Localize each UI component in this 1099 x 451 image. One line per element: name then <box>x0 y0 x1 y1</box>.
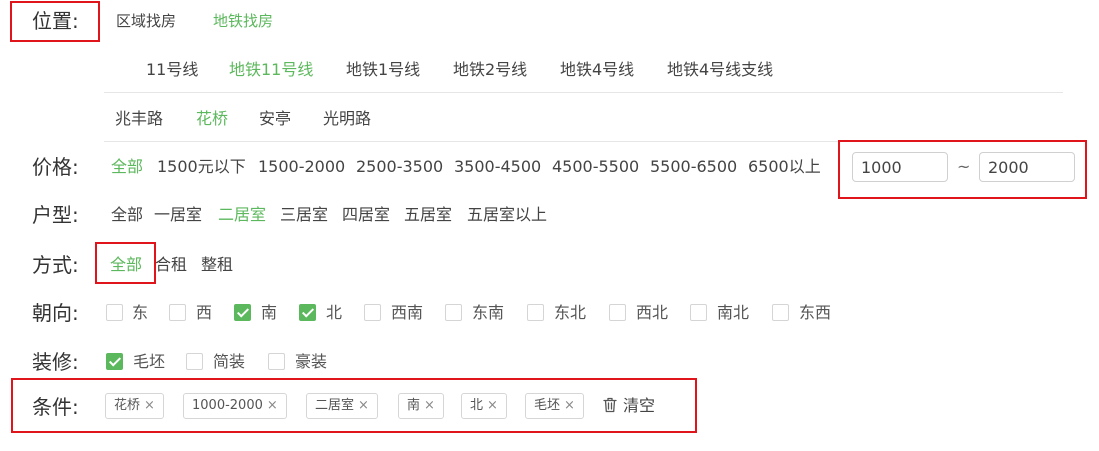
price-min-input[interactable] <box>852 152 948 182</box>
price-option[interactable]: 6500以上 <box>748 157 821 177</box>
price-option[interactable]: 4500-5500 <box>552 157 639 177</box>
condition-tag-text: 二居室 <box>315 398 355 413</box>
line-option[interactable]: 地铁2号线 <box>453 60 527 80</box>
layout-type-option[interactable]: 四居室 <box>342 205 390 225</box>
orientation-option-label: 北 <box>326 303 343 322</box>
remove-tag-icon[interactable]: × <box>424 398 435 413</box>
layout-type-option[interactable]: 一居室 <box>154 205 202 225</box>
price-label: 价格: <box>32 155 79 179</box>
orientation-checkbox[interactable] <box>772 304 789 321</box>
orientation-checkbox[interactable] <box>299 304 316 321</box>
rent-mode-option[interactable]: 整租 <box>201 255 233 275</box>
orientation-option-label: 南北 <box>717 303 750 322</box>
station-option[interactable]: 安亭 <box>259 109 291 129</box>
orientation-label: 朝向: <box>32 301 79 325</box>
orientation-option-label: 西南 <box>391 303 424 322</box>
orientation-checkbox[interactable] <box>364 304 381 321</box>
station-option[interactable]: 兆丰路 <box>115 109 163 129</box>
layout-type-option[interactable]: 三居室 <box>280 205 328 225</box>
price-range-separator: ~ <box>957 157 971 176</box>
decoration-label: 装修: <box>32 350 79 374</box>
decoration-option-label: 毛坯 <box>133 352 166 371</box>
condition-tag-text: 北 <box>470 398 484 413</box>
mode-district[interactable]: 区域找房 <box>116 11 176 31</box>
price-option[interactable]: 1500-2000 <box>258 157 345 177</box>
condition-tag: 花桥 × <box>105 393 164 419</box>
layout-type-label: 户型: <box>32 203 79 227</box>
line-option[interactable]: 地铁4号线支线 <box>667 60 773 80</box>
decoration-option-label: 豪装 <box>295 352 328 371</box>
condition-tag-text: 毛坯 <box>534 398 561 413</box>
remove-tag-icon[interactable]: × <box>144 398 155 413</box>
orientation-option-label: 东南 <box>472 303 505 322</box>
condition-tag-text: 南 <box>407 398 421 413</box>
condition-tag-text: 1000-2000 <box>192 398 263 413</box>
mode-subway[interactable]: 地铁找房 <box>213 11 273 31</box>
remove-tag-icon[interactable]: × <box>564 398 575 413</box>
orientation-checkbox[interactable] <box>527 304 544 321</box>
line-option[interactable]: 地铁1号线 <box>346 60 420 80</box>
station-option[interactable]: 花桥 <box>196 109 228 129</box>
rent-mode-option[interactable]: 合租 <box>155 255 187 275</box>
price-option[interactable]: 全部 <box>111 157 143 177</box>
orientation-checkbox[interactable] <box>106 304 123 321</box>
trash-icon <box>603 397 617 413</box>
orientation-option-label: 东西 <box>799 303 832 322</box>
clear-conditions-button[interactable]: 清空 <box>603 395 655 417</box>
price-option[interactable]: 5500-6500 <box>650 157 737 177</box>
location-label: 位置: <box>32 9 79 33</box>
layout-type-option[interactable]: 五居室 <box>404 205 452 225</box>
condition-tag: 北 × <box>461 393 507 419</box>
orientation-checkbox[interactable] <box>234 304 251 321</box>
line-option[interactable]: 地铁11号线 <box>229 60 313 80</box>
price-option[interactable]: 3500-4500 <box>454 157 541 177</box>
line-option[interactable]: 地铁4号线 <box>560 60 634 80</box>
station-option[interactable]: 光明路 <box>323 109 371 129</box>
layout-type-option[interactable]: 五居室以上 <box>467 205 547 225</box>
decoration-checkbox[interactable] <box>186 353 203 370</box>
condition-tag: 二居室 × <box>306 393 378 419</box>
decoration-checkbox[interactable] <box>106 353 123 370</box>
orientation-option-label: 西 <box>196 303 213 322</box>
remove-tag-icon[interactable]: × <box>267 398 278 413</box>
decoration-checkbox[interactable] <box>268 353 285 370</box>
remove-tag-icon[interactable]: × <box>358 398 369 413</box>
orientation-option-label: 东 <box>132 303 149 322</box>
orientation-checkbox[interactable] <box>169 304 186 321</box>
orientation-option-label: 南 <box>261 303 278 322</box>
condition-tag: 南 × <box>398 393 444 419</box>
orientation-checkbox[interactable] <box>690 304 707 321</box>
orientation-checkbox[interactable] <box>445 304 462 321</box>
condition-tag-text: 花桥 <box>114 398 141 413</box>
price-option[interactable]: 2500-3500 <box>356 157 443 177</box>
line-option[interactable]: 11号线 <box>146 60 198 80</box>
condition-tag: 1000-2000 × <box>183 393 287 419</box>
rent-mode-label: 方式: <box>32 253 79 277</box>
rent-mode-option[interactable]: 全部 <box>110 255 142 275</box>
decoration-option-label: 简装 <box>213 352 246 371</box>
orientation-checkbox[interactable] <box>609 304 626 321</box>
clear-conditions-label: 清空 <box>623 396 656 415</box>
orientation-option-label: 西北 <box>636 303 669 322</box>
conditions-label: 条件: <box>32 395 79 419</box>
orientation-option-label: 东北 <box>554 303 587 322</box>
divider <box>104 92 1063 93</box>
remove-tag-icon[interactable]: × <box>487 398 498 413</box>
layout-type-option[interactable]: 全部 <box>111 205 143 225</box>
price-max-input[interactable] <box>979 152 1075 182</box>
price-option[interactable]: 1500元以下 <box>157 157 246 177</box>
condition-tag: 毛坯 × <box>525 393 584 419</box>
layout-type-option[interactable]: 二居室 <box>218 205 266 225</box>
